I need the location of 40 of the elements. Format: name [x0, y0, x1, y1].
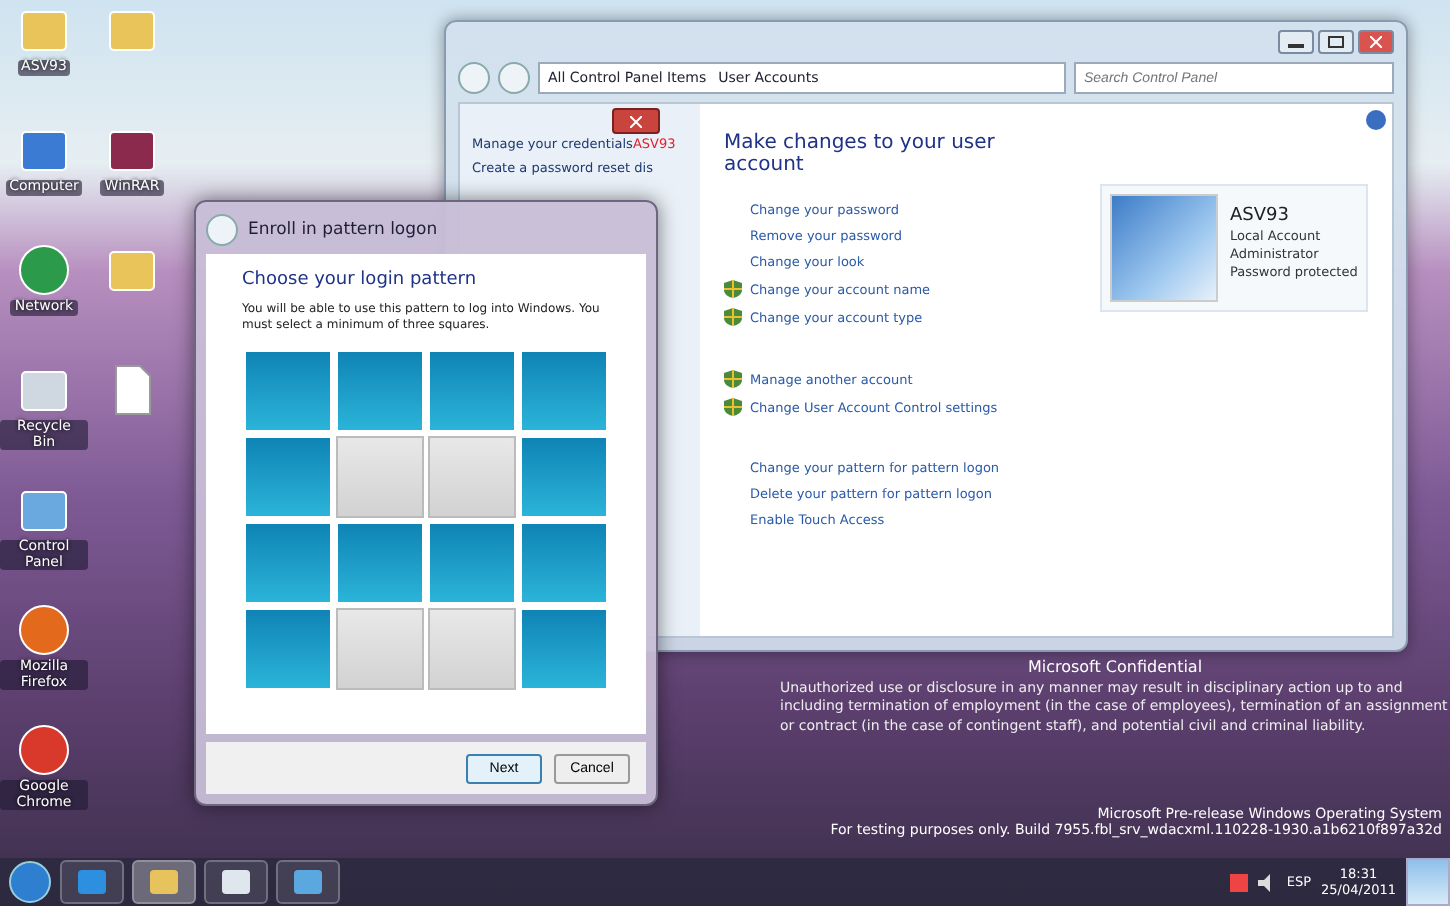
- photo-placeholder: [1110, 194, 1218, 302]
- back-button[interactable]: [458, 62, 490, 94]
- pattern-square[interactable]: [430, 437, 514, 516]
- close-icon: [630, 115, 642, 127]
- pattern-square[interactable]: [338, 609, 422, 688]
- dialog-heading: Choose your login pattern: [242, 270, 479, 290]
- pattern-square[interactable]: [246, 609, 330, 688]
- pattern-square[interactable]: [246, 523, 330, 602]
- maximize-icon: [1328, 36, 1344, 48]
- shield-icon: [724, 280, 742, 298]
- pattern-square[interactable]: [338, 523, 422, 602]
- close-button[interactable]: [612, 108, 660, 134]
- shield-icon: [724, 308, 742, 326]
- start-button[interactable]: [8, 860, 52, 904]
- pattern-square[interactable]: [522, 609, 606, 688]
- shield-icon: [724, 398, 742, 416]
- pattern-square[interactable]: [430, 523, 514, 602]
- maximize-button[interactable]: [1318, 30, 1354, 54]
- taskbar-app-button[interactable]: [204, 860, 268, 904]
- dialog-title: Enroll in pattern logon: [248, 220, 438, 240]
- pattern-square[interactable]: [522, 523, 606, 602]
- forward-button[interactable]: [498, 62, 530, 94]
- pattern-square[interactable]: [430, 351, 514, 430]
- pattern-square[interactable]: [338, 437, 422, 516]
- close-button[interactable]: [1358, 30, 1394, 54]
- minimize-button[interactable]: [1278, 30, 1314, 54]
- notice-title: Microsoft Confidential: [1027, 658, 1203, 676]
- page-heading: Make changes to your user account: [724, 132, 997, 176]
- pattern-square[interactable]: [522, 351, 606, 430]
- account-name: ASV93: [1230, 206, 1291, 226]
- pattern-square[interactable]: [246, 437, 330, 516]
- pattern-square[interactable]: [522, 437, 606, 516]
- back-button[interactable]: [206, 214, 238, 246]
- shield-icon: [724, 370, 742, 388]
- close-icon: [1370, 36, 1382, 48]
- pattern-square[interactable]: [430, 609, 514, 688]
- pattern-square[interactable]: [338, 351, 422, 430]
- pattern-square[interactable]: [246, 351, 330, 430]
- show-desktop-button[interactable]: [1406, 858, 1450, 906]
- taskbar-app-button[interactable]: [276, 860, 340, 904]
